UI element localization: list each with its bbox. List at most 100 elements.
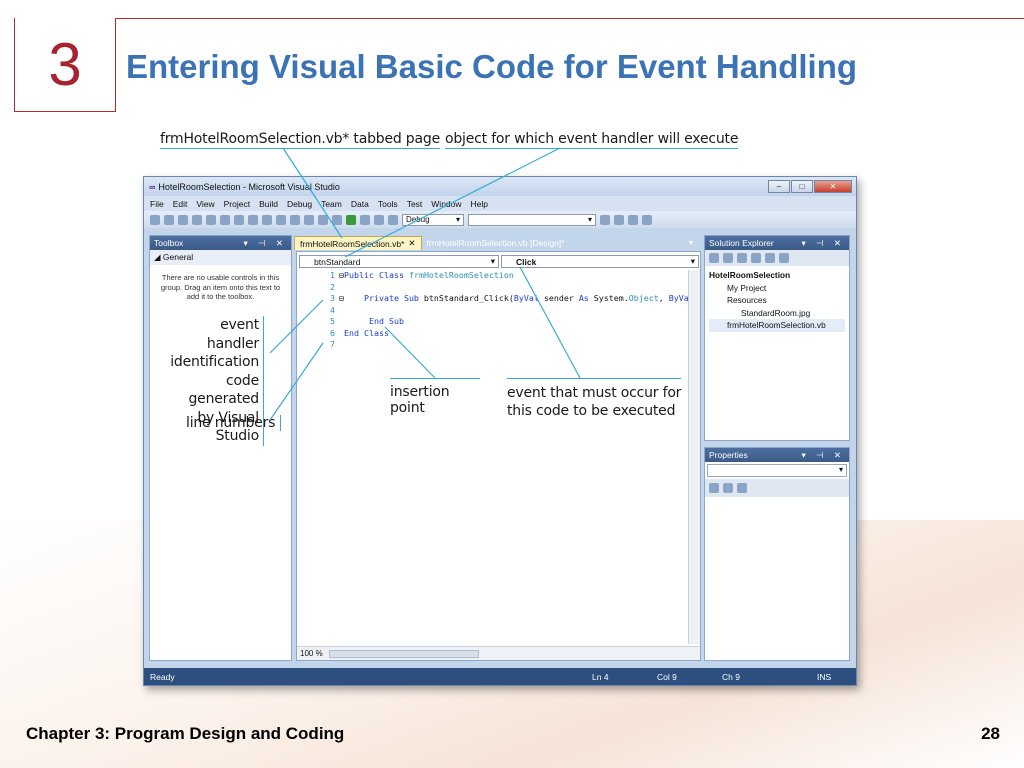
tab-design[interactable]: frmHotelRoomSelection.vb [Design]* — [422, 236, 570, 250]
code-line: ⊟Public Class frmHotelRoomSelection — [339, 270, 514, 280]
pause-icon[interactable] — [360, 214, 370, 225]
menu-project[interactable]: Project — [224, 199, 250, 209]
menu-debug[interactable]: Debug — [287, 199, 312, 209]
editor-footer: 100 % — [297, 646, 700, 660]
menu-test[interactable]: Test — [407, 199, 423, 209]
start-icon[interactable] — [346, 214, 356, 225]
menu-data[interactable]: Data — [351, 199, 369, 209]
event-combo[interactable]: Click ▾ — [501, 255, 699, 268]
status-insert-mode: INS — [817, 671, 832, 682]
close-button[interactable]: ✕ — [814, 180, 852, 193]
show-all-files-icon[interactable] — [723, 253, 733, 263]
code-text[interactable]: ⊟Public Class frmHotelRoomSelection ⊟ Pr… — [339, 270, 689, 351]
status-bar: Ready Ln 4 Col 9 Ch 9 INS — [144, 668, 856, 685]
menu-help[interactable]: Help — [471, 199, 488, 209]
vs-logo-icon: ∞ — [149, 181, 156, 192]
comment-icon[interactable] — [276, 214, 286, 225]
standard-toolbar: Debug ▾ ▾ — [144, 211, 856, 228]
undo-icon[interactable] — [304, 214, 314, 225]
tree-item-image[interactable]: StandardRoom.jpg — [709, 307, 845, 320]
view-designer-icon[interactable] — [765, 253, 775, 263]
navigate-icon[interactable] — [332, 214, 342, 225]
add-item-icon[interactable] — [164, 214, 174, 225]
callout-insertion-point: insertion point — [390, 378, 480, 416]
slide-title: Entering Visual Basic Code for Event Han… — [126, 48, 858, 85]
vertical-scrollbar[interactable] — [688, 270, 700, 644]
zoom-level[interactable]: 100 % — [300, 649, 323, 658]
solution-explorer-icon[interactable] — [614, 214, 624, 225]
alphabetical-icon[interactable] — [723, 483, 733, 493]
line-number: 3 — [330, 293, 335, 303]
config-select[interactable]: Debug ▾ — [402, 213, 464, 226]
menubar: File Edit View Project Build Debug Team … — [144, 196, 856, 211]
minimize-button[interactable]: – — [768, 180, 790, 193]
solution-explorer-title: Solution Explorer — [709, 238, 774, 248]
panel-pin-icon[interactable]: ▾ ⊣ ✕ — [801, 450, 845, 461]
stop-icon[interactable] — [374, 214, 384, 225]
menu-build[interactable]: Build — [259, 199, 278, 209]
line-number: 4 — [330, 304, 335, 315]
document-tabs: frmHotelRoomSelection.vb* ✕ frmHotelRoomS… — [294, 235, 569, 250]
refresh-icon[interactable] — [737, 253, 747, 263]
new-project-icon[interactable] — [150, 214, 160, 225]
find-icon[interactable] — [262, 214, 272, 225]
menu-file[interactable]: File — [150, 199, 164, 209]
step-icon[interactable] — [388, 214, 398, 225]
menu-team[interactable]: Team — [321, 199, 342, 209]
uncomment-icon[interactable] — [290, 214, 300, 225]
chevron-down-icon: ▾ — [587, 215, 592, 224]
callout-tabbed-page: frmHotelRoomSelection.vb* tabbed page — [160, 131, 440, 149]
property-pages-icon[interactable] — [737, 483, 747, 493]
tab-code[interactable]: frmHotelRoomSelection.vb* ✕ — [294, 236, 422, 250]
paste-icon[interactable] — [248, 214, 258, 225]
tree-item-form[interactable]: frmHotelRoomSelection.vb — [709, 319, 845, 332]
object-selector[interactable]: ▾ — [707, 464, 847, 477]
menu-view[interactable]: View — [196, 199, 214, 209]
open-icon[interactable] — [178, 214, 188, 225]
menu-edit[interactable]: Edit — [173, 199, 188, 209]
code-line: End Sub — [368, 316, 404, 326]
line-numbers: 1 2 3 4 5 6 7 — [323, 270, 335, 351]
toolbox-icon[interactable] — [642, 214, 652, 225]
object-combo-value: btnStandard — [314, 256, 361, 267]
tab-dropdown-icon[interactable]: ▾ — [689, 238, 693, 247]
toolbox-group[interactable]: ◢ General — [150, 250, 291, 265]
panel-pin-icon[interactable]: ▾ ⊣ ✕ — [243, 238, 287, 249]
object-combo[interactable]: btnStandard ▾ — [299, 255, 499, 268]
callout-line: event that must occur for — [507, 385, 682, 401]
line-number: 5 — [330, 316, 335, 326]
close-tab-icon[interactable]: ✕ — [408, 238, 415, 249]
platform-select[interactable]: ▾ — [468, 213, 596, 226]
code-line: End Class — [344, 327, 389, 338]
code-line: ⊟ Private Sub btnStandard_Click(ByVal se… — [339, 293, 689, 303]
toolbox-panel: Toolbox ▾ ⊣ ✕ ◢ General There are no usa… — [149, 235, 292, 661]
horizontal-scrollbar[interactable] — [328, 649, 479, 658]
save-icon[interactable] — [192, 214, 202, 225]
tree-item-project[interactable]: HotelRoomSelection — [709, 269, 845, 282]
solution-explorer-header: Solution Explorer ▾ ⊣ ✕ — [705, 236, 849, 250]
footer-chapter: Chapter 3: Program Design and Coding — [26, 724, 345, 743]
config-value: Debug — [406, 215, 430, 224]
tree-item-my-project[interactable]: My Project — [709, 282, 845, 295]
properties-icon[interactable] — [628, 214, 638, 225]
find-in-files-icon[interactable] — [600, 214, 610, 225]
redo-icon[interactable] — [318, 214, 328, 225]
code-editor[interactable]: btnStandard ▾ Click ▾ 1 2 3 4 5 6 7 ⊟Pub… — [296, 251, 701, 661]
menu-window[interactable]: Window — [431, 199, 461, 209]
categorized-icon[interactable] — [709, 483, 719, 493]
copy-icon[interactable] — [234, 214, 244, 225]
cut-icon[interactable] — [220, 214, 230, 225]
callout-line-numbers: line numbers — [186, 415, 282, 431]
menu-tools[interactable]: Tools — [378, 199, 398, 209]
tree-item-resources[interactable]: Resources — [709, 294, 845, 307]
view-code-icon[interactable] — [751, 253, 761, 263]
panel-pin-icon[interactable]: ▾ ⊣ ✕ — [801, 238, 845, 249]
line-number: 1 — [330, 270, 335, 280]
properties-icon[interactable] — [709, 253, 719, 263]
toolbox-message: There are no usable controls in this gro… — [160, 273, 281, 301]
maximize-button[interactable]: □ — [791, 180, 813, 193]
class-diagram-icon[interactable] — [779, 253, 789, 263]
window-titlebar: ∞ HotelRoomSelection - Microsoft Visual … — [144, 177, 856, 196]
save-all-icon[interactable] — [206, 214, 216, 225]
